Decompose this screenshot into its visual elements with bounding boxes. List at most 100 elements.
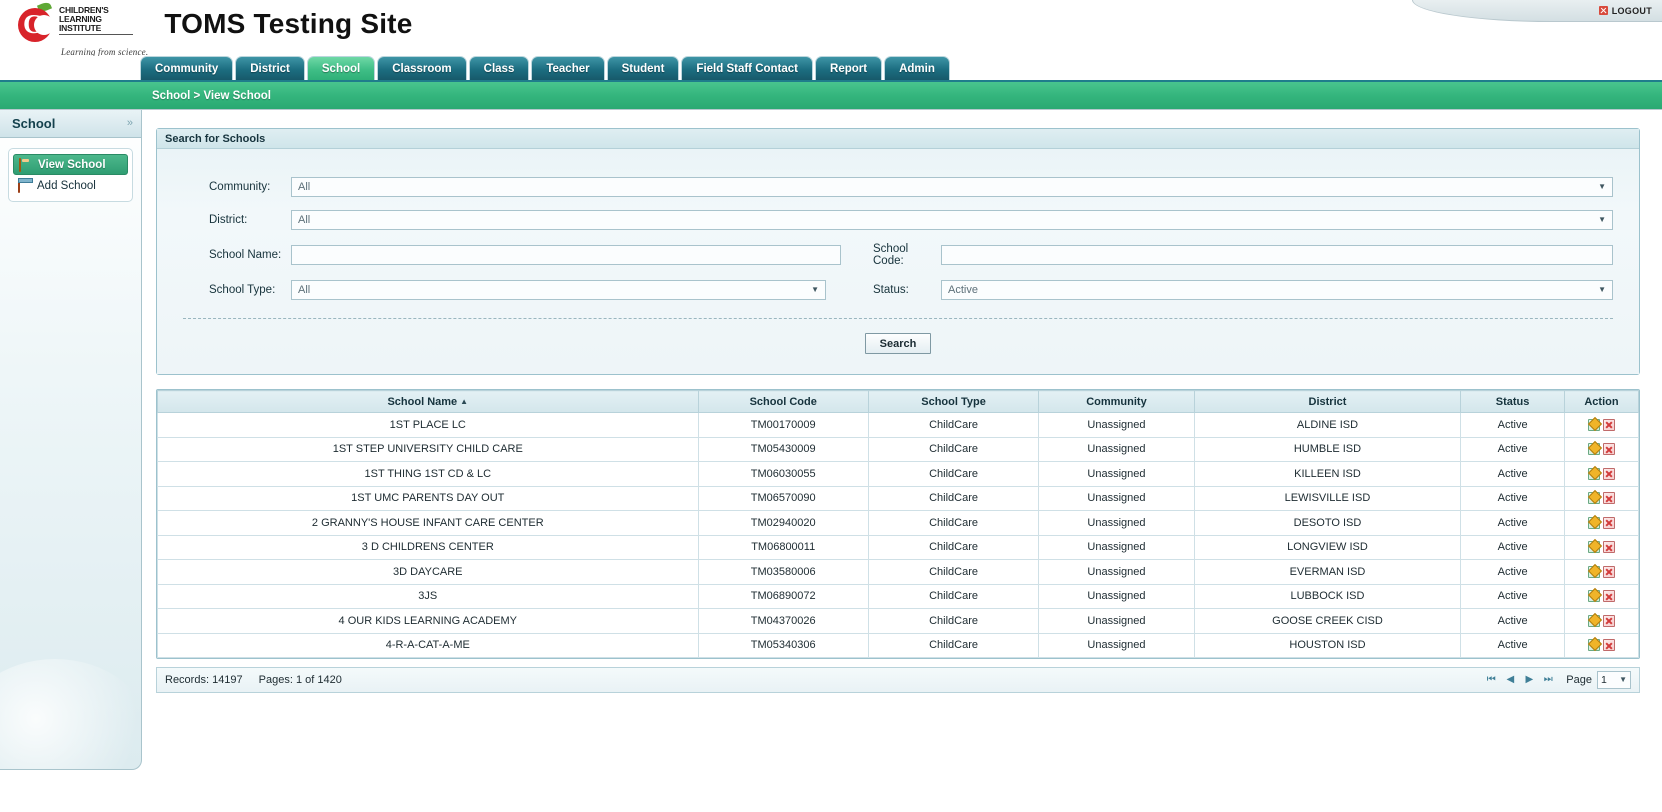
cell-community: Unassigned <box>1038 534 1195 560</box>
col-school-type[interactable]: School Type <box>867 390 1040 413</box>
tab-admin[interactable]: Admin <box>884 56 950 80</box>
cell-status: Active <box>1460 485 1565 511</box>
cell-name: 1ST THING 1ST CD & LC <box>157 461 699 487</box>
community-label: Community: <box>209 181 271 193</box>
tab-district[interactable]: District <box>235 56 305 80</box>
delete-icon[interactable] <box>1602 443 1615 456</box>
tab-class[interactable]: Class <box>468 56 530 80</box>
sidebar: School » View School Add School <box>0 110 142 770</box>
delete-icon[interactable] <box>1602 492 1615 505</box>
delete-icon[interactable] <box>1602 418 1615 431</box>
edit-icon[interactable] <box>1587 516 1600 529</box>
cell-code: TM06890072 <box>697 583 869 609</box>
records-count: Records: 14197 <box>165 674 243 686</box>
cell-type: ChildCare <box>867 510 1040 536</box>
breadcrumb: School > View School <box>152 89 271 102</box>
school-code-input[interactable] <box>941 245 1613 265</box>
col-status[interactable]: Status <box>1460 390 1565 413</box>
edit-icon[interactable] <box>1587 639 1600 652</box>
status-select[interactable]: Active ▼ <box>941 280 1613 300</box>
col-school-name[interactable]: School Name ▲ <box>157 390 699 413</box>
table-row: 1ST PLACE LC TM00170009 ChildCare Unassigne… <box>157 412 1640 438</box>
cell-community: Unassigned <box>1038 461 1195 487</box>
logout-button[interactable]: LOGOUT <box>1598 5 1652 16</box>
search-panel-title: Search for Schools <box>165 132 266 145</box>
cell-type: ChildCare <box>867 412 1040 438</box>
cell-status: Active <box>1460 436 1565 462</box>
tab-report[interactable]: Report <box>815 56 883 80</box>
chevron-down-icon: ▼ <box>1598 182 1606 191</box>
district-select[interactable]: All ▼ <box>291 210 1613 230</box>
cell-action <box>1563 461 1640 487</box>
tab-teacher[interactable]: Teacher <box>531 56 605 80</box>
col-school-code[interactable]: School Code <box>697 390 869 413</box>
next-page-icon[interactable]: ▶ <box>1522 673 1536 687</box>
delete-icon[interactable] <box>1602 614 1615 627</box>
edit-icon[interactable] <box>1587 590 1600 603</box>
delete-icon[interactable] <box>1602 590 1615 603</box>
page-select[interactable]: 1 ▼ <box>1597 671 1631 689</box>
delete-icon[interactable] <box>1602 565 1615 578</box>
school-code-label: School Code: <box>873 243 909 267</box>
sidebar-item-label: View School <box>38 158 106 171</box>
edit-icon[interactable] <box>1587 443 1600 456</box>
chevron-down-icon[interactable]: » <box>127 118 133 129</box>
cell-district: DESOTO ISD <box>1193 510 1462 536</box>
search-panel-header: Search for Schools <box>157 129 1639 149</box>
cell-status: Active <box>1460 608 1565 634</box>
tab-community[interactable]: Community <box>140 56 234 80</box>
district-label: District: <box>209 214 248 226</box>
cell-name: 1ST UMC PARENTS DAY OUT <box>157 485 699 511</box>
tab-classroom[interactable]: Classroom <box>377 56 467 80</box>
edit-icon[interactable] <box>1587 614 1600 627</box>
sidebar-header: School » <box>0 110 141 138</box>
table-row: 1ST STEP UNIVERSITY CHILD CARE TM05430009… <box>157 436 1640 462</box>
tab-student[interactable]: Student <box>606 56 680 80</box>
tab-field-staff-contact[interactable]: Field Staff Contact <box>681 56 814 80</box>
cell-action <box>1563 510 1640 536</box>
delete-icon[interactable] <box>1602 516 1615 529</box>
page-title: TOMS Testing Site <box>164 8 413 39</box>
table-row: 3 D CHILDRENS CENTER TM06800011 ChildCare U… <box>157 534 1640 560</box>
logout-label: LOGOUT <box>1611 5 1652 16</box>
tab-school[interactable]: School <box>306 56 376 80</box>
search-panel: Search for Schools Community: All ▼ Dist… <box>156 128 1640 375</box>
edit-icon[interactable] <box>1587 565 1600 578</box>
logo-wordmark: CHILDREN'S LEARNING INSTITUTE Learning f… <box>59 1 148 57</box>
cell-code: TM05340306 <box>697 632 869 658</box>
previous-page-icon[interactable]: ◀ <box>1503 673 1517 687</box>
edit-icon[interactable] <box>1587 541 1600 554</box>
table-row: 1ST THING 1ST CD & LC TM06030055 ChildCare… <box>157 461 1640 487</box>
community-select[interactable]: All ▼ <box>291 177 1613 197</box>
sidebar-item-view-school[interactable]: View School <box>13 154 128 175</box>
search-button[interactable]: Search <box>865 333 931 354</box>
edit-icon[interactable] <box>1587 492 1600 505</box>
first-page-icon[interactable]: ⏮ <box>1484 673 1498 687</box>
table-row: 4-R-A-CAT-A-ME TM05340306 ChildCare Unassig… <box>157 632 1640 658</box>
delete-icon[interactable] <box>1602 639 1615 652</box>
school-type-select[interactable]: All ▼ <box>291 280 826 300</box>
cell-district: ALDINE ISD <box>1193 412 1462 438</box>
col-community[interactable]: Community <box>1038 390 1195 413</box>
cell-district: LUBBOCK ISD <box>1193 583 1462 609</box>
search-action-row: Search <box>183 319 1613 358</box>
logo-letter: C <box>23 8 43 39</box>
cell-name: 3JS <box>157 583 699 609</box>
edit-icon[interactable] <box>1587 467 1600 480</box>
school-type-label: School Type: <box>209 284 276 296</box>
last-page-icon[interactable]: ⏭ <box>1541 673 1555 687</box>
edit-icon[interactable] <box>1587 418 1600 431</box>
delete-icon[interactable] <box>1602 541 1615 554</box>
school-name-input[interactable] <box>291 245 841 265</box>
cell-action <box>1563 436 1640 462</box>
table-row: 4 OUR KIDS LEARNING ACADEMY TM04370026 Chi… <box>157 608 1640 634</box>
pagination-bar: Records: 14197 Pages: 1 of 1420 ⏮ ◀ ▶ ⏭ … <box>156 667 1640 693</box>
community-select-value: All <box>298 181 311 193</box>
sidebar-item-add-school[interactable]: Add School <box>13 175 128 196</box>
cell-type: ChildCare <box>867 485 1040 511</box>
record-summary: Records: 14197 Pages: 1 of 1420 <box>165 674 342 686</box>
delete-icon[interactable] <box>1602 467 1615 480</box>
cell-code: TM00170009 <box>697 412 869 438</box>
col-district[interactable]: District <box>1193 390 1462 413</box>
cell-type: ChildCare <box>867 583 1040 609</box>
